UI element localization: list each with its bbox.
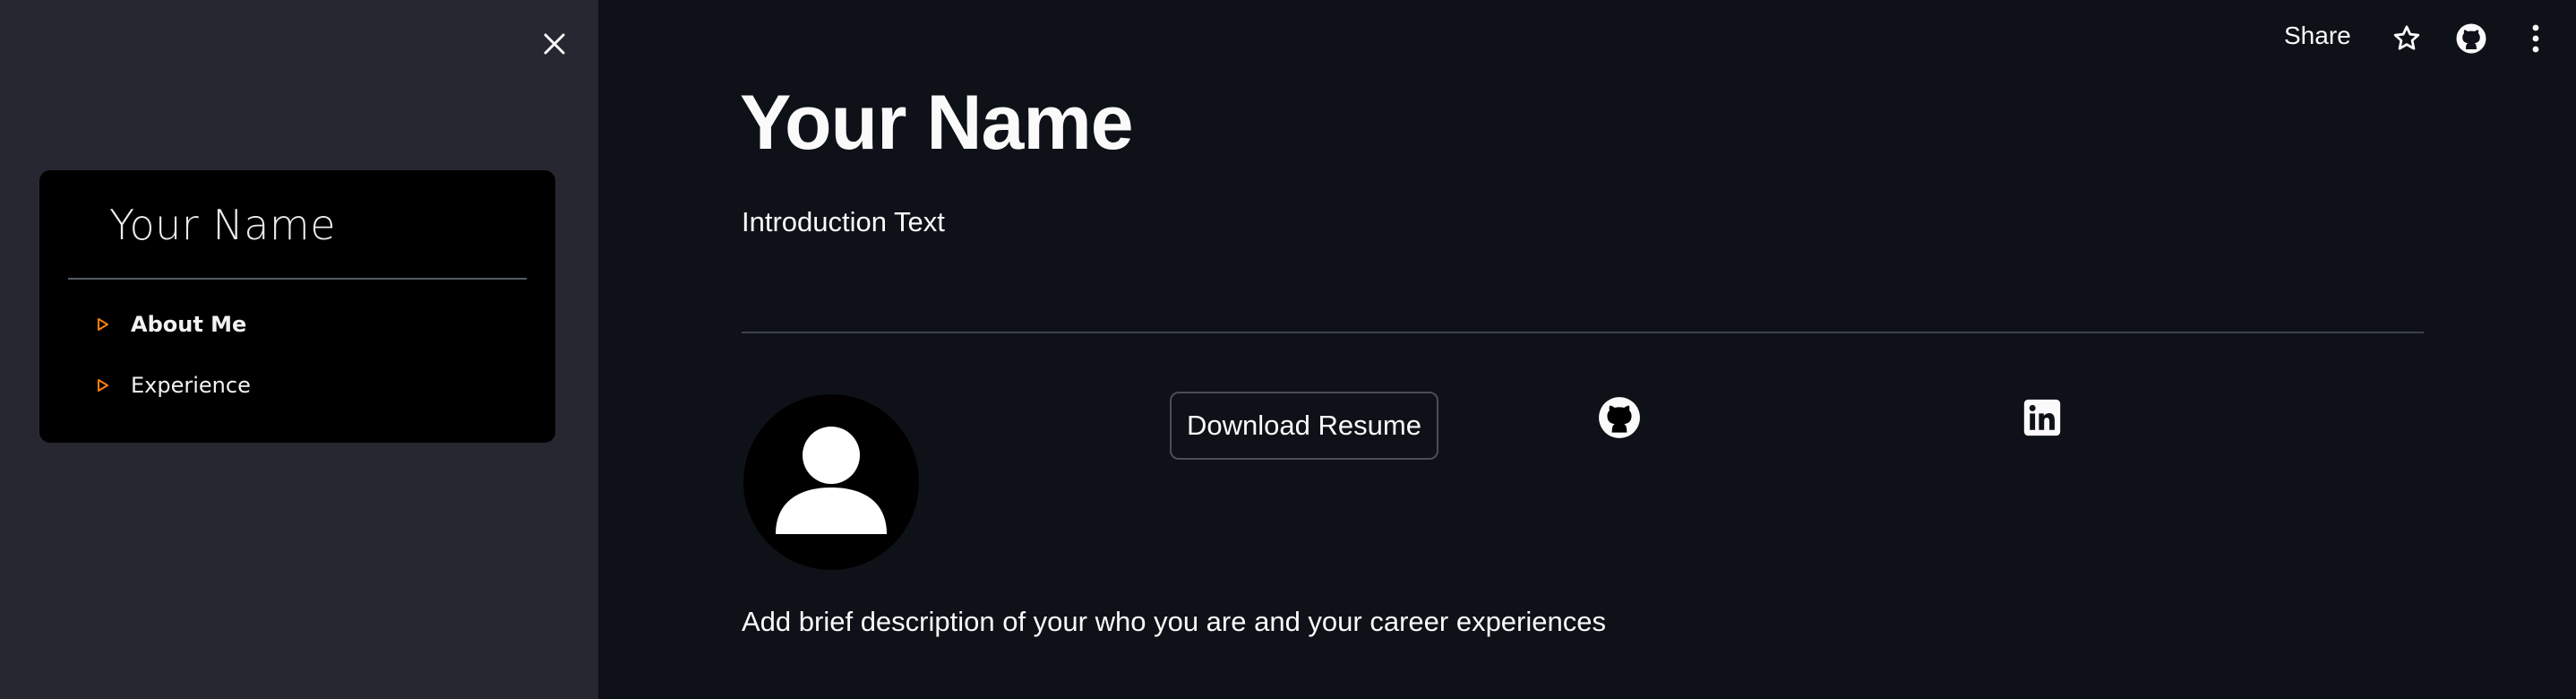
page-title: Your Name bbox=[740, 80, 1134, 166]
triangle-right-icon bbox=[97, 314, 118, 335]
introduction-text: Introduction Text bbox=[742, 206, 945, 237]
star-icon[interactable] bbox=[2386, 18, 2427, 59]
sidebar: Your Name About Me Experience bbox=[0, 0, 598, 699]
github-icon[interactable] bbox=[1596, 394, 1643, 441]
nav-divider bbox=[68, 278, 527, 280]
nav-menu: Your Name About Me Experience bbox=[39, 170, 555, 443]
nav-item-about-me[interactable]: About Me bbox=[97, 306, 246, 342]
nav-title: Your Name bbox=[109, 201, 337, 249]
career-description: Add brief description of your who you ar… bbox=[742, 606, 1606, 637]
triangle-right-icon bbox=[97, 375, 118, 396]
more-vertical-icon[interactable] bbox=[2515, 18, 2556, 59]
share-button[interactable]: Share bbox=[2284, 22, 2351, 50]
github-icon[interactable] bbox=[2451, 18, 2492, 59]
download-resume-button[interactable]: Download Resume bbox=[1170, 392, 1438, 460]
nav-item-label: Experience bbox=[131, 373, 251, 398]
user-icon bbox=[776, 427, 887, 534]
nav-item-label: About Me bbox=[131, 312, 247, 337]
avatar bbox=[743, 394, 919, 570]
linkedin-icon[interactable] bbox=[2019, 394, 2065, 441]
app-root: Your Name About Me Experience Share Your… bbox=[0, 0, 2576, 699]
section-divider bbox=[742, 332, 2424, 333]
close-icon[interactable] bbox=[534, 23, 575, 65]
nav-item-experience[interactable]: Experience bbox=[97, 367, 251, 403]
